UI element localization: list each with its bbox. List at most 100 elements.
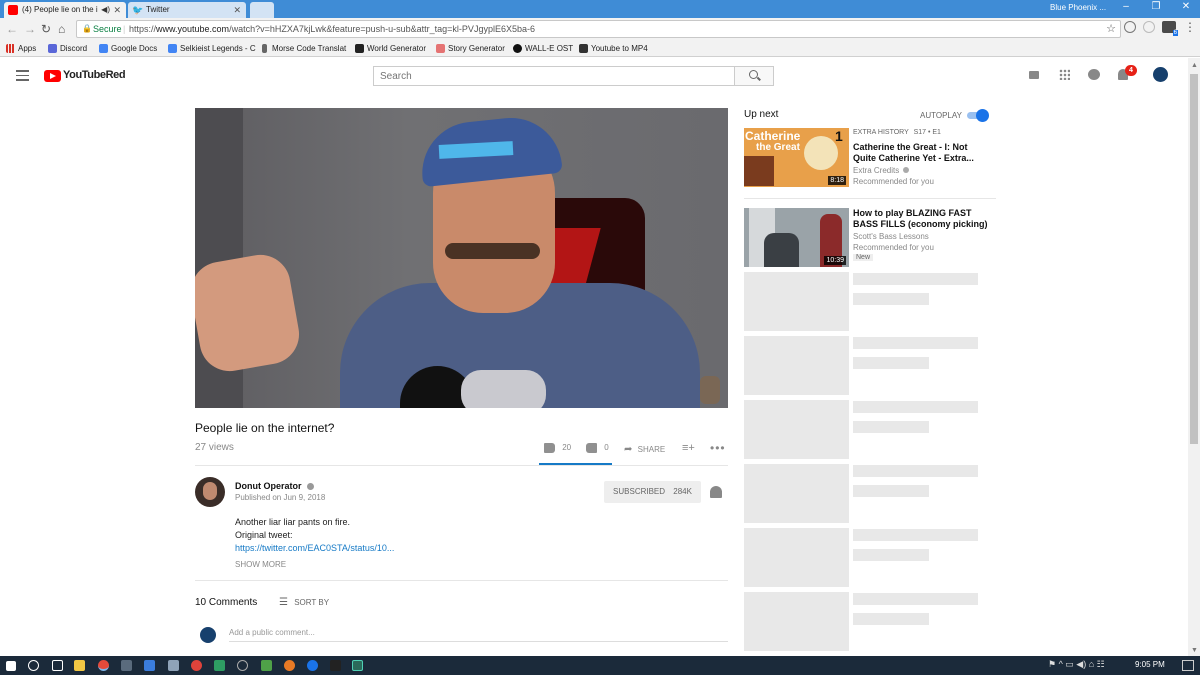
notification-bell-icon[interactable] [710, 486, 722, 498]
description-link[interactable]: https://twitter.com/EAC0STA/status/10... [235, 543, 394, 553]
app-icon[interactable] [191, 660, 202, 671]
hamburger-menu-icon[interactable] [16, 70, 29, 81]
file-explorer-icon[interactable] [74, 660, 85, 671]
text-placeholder [853, 485, 929, 497]
messages-icon[interactable] [1088, 69, 1100, 80]
new-tab-button[interactable] [250, 2, 274, 18]
channel-avatar[interactable] [195, 477, 225, 507]
video-title[interactable]: Catherine the Great - I: Not Quite Cathe… [853, 142, 974, 164]
dislike-button[interactable]: 0 [586, 443, 609, 453]
app-icon[interactable] [284, 660, 295, 671]
url-text[interactable]: https://www.youtube.com/watch?v=hHZXA7kj… [129, 21, 535, 37]
restore-icon[interactable]: ❐ [1142, 1, 1170, 12]
comment-count: 10 Comments [195, 597, 258, 608]
task-view-icon[interactable] [52, 660, 63, 671]
share-button[interactable]: ➦ SHARE [624, 444, 665, 455]
thumbs-down-icon [586, 443, 597, 453]
like-count: 20 [562, 443, 572, 453]
autoplay-toggle[interactable] [967, 109, 989, 122]
back-icon[interactable]: ← [6, 21, 18, 37]
bookmark-selkieist[interactable]: Selkieist Legends - C [168, 42, 256, 55]
bookmark-story-generator[interactable]: Story Generator [436, 42, 505, 55]
forward-icon[interactable]: → [24, 21, 36, 37]
apps-icon[interactable] [1059, 69, 1070, 80]
page-scrollbar[interactable]: ▲ ▼ [1188, 58, 1200, 656]
app-icon[interactable] [168, 660, 179, 671]
upload-video-icon[interactable] [1029, 71, 1039, 79]
tab-youtube[interactable]: (4) People lie on the i ◀) ✕ [4, 2, 126, 18]
logo-suffix: Red [105, 69, 126, 81]
sort-comments-button[interactable]: ☰ SORT BY [279, 597, 329, 608]
like-button[interactable]: 20 [544, 443, 571, 453]
bookmark-youtube-mp4[interactable]: Youtube to MP4 [579, 42, 648, 55]
scrollbar-thumb[interactable] [1190, 74, 1198, 444]
steam-icon[interactable] [121, 660, 132, 671]
video-player[interactable] [195, 108, 728, 408]
search-input[interactable] [373, 66, 735, 86]
channel-name[interactable]: Donut Operator [235, 481, 315, 491]
thumbnail-placeholder [744, 336, 849, 395]
thumbnail-placeholder [744, 400, 849, 459]
bookmark-apps[interactable]: Apps [6, 42, 36, 55]
home-icon[interactable]: ⌂ [58, 21, 65, 37]
app-icon[interactable] [237, 660, 248, 671]
browser-tab-strip: (4) People lie on the i ◀) ✕ 🐦 Twitter ✕… [0, 0, 1200, 18]
bookmark-discord[interactable]: Discord [48, 42, 87, 55]
chrome-icon[interactable] [98, 660, 109, 671]
bookmark-morse[interactable]: Morse Code Translat [260, 42, 346, 55]
app-icon[interactable] [307, 660, 318, 671]
bookmark-star-icon[interactable]: ☆ [1106, 21, 1116, 37]
bookmark-label: Discord [60, 44, 88, 53]
extension-icon[interactable] [1124, 21, 1136, 33]
profile-name[interactable]: Blue Phoenix ... [1050, 3, 1106, 12]
app-icon[interactable] [214, 660, 225, 671]
action-center-icon[interactable] [1182, 660, 1194, 671]
menu-dots-icon[interactable]: ⋮ [1184, 20, 1196, 34]
episode-label: S17 • E1 [913, 129, 941, 136]
cortana-icon[interactable] [28, 660, 39, 671]
subscribe-button[interactable]: SUBSCRIBED 284K [604, 481, 701, 503]
bookmark-label: Selkieist Legends - C [180, 44, 256, 53]
system-tray-icons[interactable]: ⚑ ^ ▭ ◀) ⌂ ☷ [1048, 659, 1105, 670]
new-badge: New [853, 254, 874, 261]
extension-icon[interactable]: 6 [1162, 21, 1178, 36]
close-window-icon[interactable]: ✕ [1172, 1, 1200, 12]
thumbnail-text: Catherine [745, 129, 801, 143]
minimize-icon[interactable]: – [1112, 1, 1140, 12]
clock[interactable]: 9:05 PM [1135, 660, 1165, 669]
close-tab-icon[interactable]: ✕ [113, 2, 121, 18]
video-thumbnail[interactable]: Catherine the Great 1 8:18 [744, 128, 849, 187]
reload-icon[interactable]: ↻ [41, 21, 51, 37]
close-tab-icon[interactable]: ✕ [233, 2, 241, 18]
video-thumbnail[interactable]: 10:39 [744, 208, 849, 267]
lock-icon[interactable]: 🔒 [82, 21, 92, 37]
app-icon[interactable] [352, 660, 363, 671]
text-placeholder [853, 549, 929, 561]
extension-icon[interactable] [1143, 21, 1155, 33]
series-label: EXTRA HISTORY S17 • E1 [853, 129, 941, 136]
bookmark-label: Apps [18, 44, 37, 53]
audio-icon[interactable]: ◀) [101, 2, 110, 18]
app-icon[interactable] [261, 660, 272, 671]
address-bar[interactable]: 🔒 Secure | https://www.youtube.com/watch… [76, 20, 1121, 38]
app-icon[interactable] [330, 660, 341, 671]
show-more-button[interactable]: SHOW MORE [235, 560, 286, 569]
video-title[interactable]: How to play BLAZING FAST BASS FILLS (eco… [853, 208, 988, 230]
bookmark-walle-ost[interactable]: WALL-E OST [513, 42, 573, 55]
account-avatar[interactable] [1153, 67, 1168, 82]
app-icon[interactable] [144, 660, 155, 671]
windows-start-icon[interactable] [6, 661, 16, 671]
bookmark-world-generator[interactable]: World Generator [355, 42, 426, 55]
add-to-playlist-icon[interactable]: ≡+ [682, 442, 695, 454]
text-placeholder [853, 337, 978, 349]
browser-toolbar: ← → ↻ ⌂ 🔒 Secure | https://www.youtube.c… [0, 18, 1200, 40]
search-button[interactable] [734, 66, 774, 86]
tab-twitter[interactable]: 🐦 Twitter ✕ [128, 2, 246, 18]
comment-input[interactable]: Add a public comment... [229, 628, 728, 642]
view-count: 27 views [195, 442, 234, 453]
more-actions-icon[interactable]: ••• [710, 441, 726, 455]
url-host: www.youtube.com [156, 24, 230, 34]
share-arrow-icon: ➦ [624, 444, 633, 455]
text-placeholder [853, 293, 929, 305]
bookmark-google-docs[interactable]: Google Docs [99, 42, 157, 55]
